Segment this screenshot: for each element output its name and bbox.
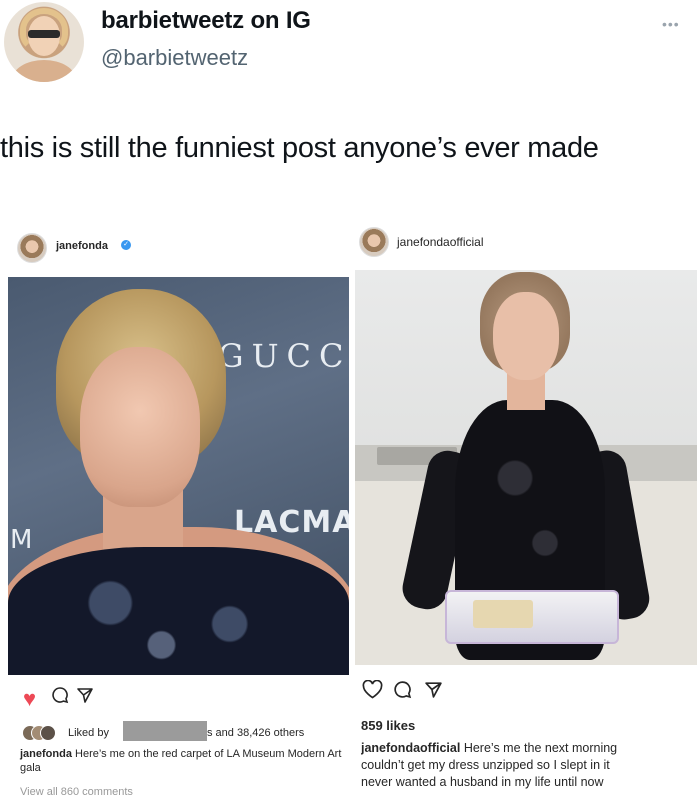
heart-outline-icon[interactable]: [362, 679, 383, 705]
right-post-username[interactable]: janefondaofficial: [397, 235, 484, 249]
right-caption-line-3: never wanted a husband in my life until …: [361, 775, 604, 789]
comment-icon[interactable]: [51, 686, 69, 710]
left-post-username[interactable]: janefonda: [56, 240, 108, 252]
right-post-photo[interactable]: [355, 270, 697, 665]
right-post-caption: janefondaofficial Here’s me the next mor…: [361, 740, 697, 791]
likes-count[interactable]: 859 likes: [361, 718, 415, 733]
view-comments-link[interactable]: View all 860 comments: [20, 786, 133, 798]
left-post-caption: janefonda Here’s me on the red carpet of…: [20, 747, 355, 775]
gucci-backdrop-text: GUCC: [218, 337, 349, 375]
left-caption-username[interactable]: janefonda: [20, 748, 72, 760]
share-icon[interactable]: [424, 680, 443, 704]
author-display-name[interactable]: barbietweetz on IG: [101, 7, 311, 35]
tweet-text: this is still the funniest post anyone’s…: [0, 132, 599, 164]
comment-icon[interactable]: [393, 680, 412, 705]
right-caption-username[interactable]: janefondaofficial: [361, 741, 460, 755]
heart-filled-icon[interactable]: ♥: [23, 686, 36, 712]
left-post-avatar[interactable]: [17, 233, 47, 263]
liked-others-count[interactable]: s and 38,426 others: [207, 727, 304, 739]
left-post-photo[interactable]: GUCC LACMA M: [8, 277, 349, 675]
right-post-avatar[interactable]: [359, 227, 389, 257]
right-caption-line-2: couldn’t get my dress unzipped so I slep…: [361, 758, 610, 772]
author-avatar[interactable]: [4, 2, 84, 82]
right-caption-line-1: Here’s me the next morning: [463, 741, 618, 755]
liked-by-avatars: [22, 725, 62, 741]
m-backdrop-text: M: [10, 525, 33, 555]
redacted-username: [123, 721, 207, 741]
verified-check-icon: ✓: [121, 240, 131, 250]
liked-by-label: Liked by: [68, 727, 109, 739]
author-handle[interactable]: @barbietweetz: [101, 45, 248, 71]
more-dots-icon[interactable]: •••: [662, 16, 680, 32]
share-icon[interactable]: [76, 686, 94, 709]
